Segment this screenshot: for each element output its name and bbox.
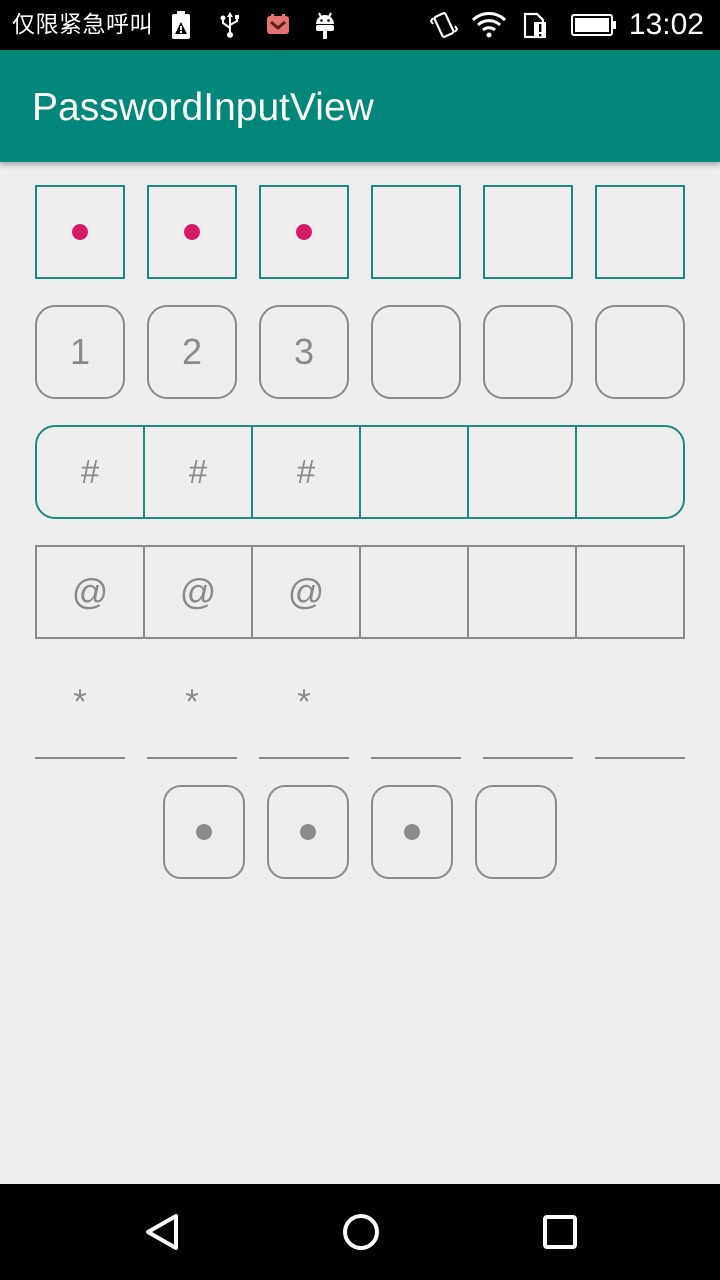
password-cell[interactable]: [359, 427, 467, 517]
password-cell[interactable]: [371, 785, 453, 879]
password-cell[interactable]: #: [37, 427, 143, 517]
password-cell[interactable]: [359, 547, 467, 637]
filled-dot: [72, 224, 88, 240]
password-cell[interactable]: [483, 185, 573, 279]
filled-dot: [184, 224, 200, 240]
password-cell[interactable]: [467, 427, 575, 517]
password-cell[interactable]: [259, 185, 349, 279]
password-cell[interactable]: [575, 547, 683, 637]
password-cell[interactable]: [371, 305, 461, 399]
password-cell[interactable]: [163, 785, 245, 879]
android-debug-icon: [316, 12, 334, 39]
navigation-bar: [0, 1184, 720, 1280]
password-cell[interactable]: [595, 185, 685, 279]
password-cell[interactable]: 2: [147, 305, 237, 399]
password-cell[interactable]: [267, 785, 349, 879]
app-bar: PasswordInputView: [0, 50, 720, 162]
password-cell[interactable]: [467, 547, 575, 637]
filled-dot: [296, 224, 312, 240]
wifi-icon: [471, 12, 507, 38]
joined-box[interactable]: # # #: [35, 425, 685, 519]
password-cell[interactable]: [475, 785, 557, 879]
filled-dot: [404, 824, 420, 840]
usb-icon: [220, 12, 239, 38]
notification-icon: [267, 14, 289, 34]
password-cell[interactable]: [371, 185, 461, 279]
recents-icon[interactable]: [536, 1208, 584, 1256]
password-cell[interactable]: [483, 305, 573, 399]
battery-warning-icon: [172, 11, 190, 39]
home-icon[interactable]: [337, 1208, 385, 1256]
password-cell[interactable]: [595, 665, 685, 759]
password-cell[interactable]: *: [147, 665, 237, 759]
sim-alert-icon: [523, 12, 546, 39]
password-cell[interactable]: #: [251, 427, 359, 517]
password-cell[interactable]: @: [251, 547, 359, 637]
status-bar: 仅限紧急呼叫 13:02: [0, 0, 720, 50]
password-cell[interactable]: 3: [259, 305, 349, 399]
password-cell[interactable]: [35, 185, 125, 279]
password-cell[interactable]: *: [259, 665, 349, 759]
password-cell[interactable]: 1: [35, 305, 125, 399]
vibrate-icon: [430, 12, 458, 38]
joined-box[interactable]: @ @ @: [35, 545, 685, 639]
battery-icon: [571, 14, 616, 36]
filled-dot: [196, 824, 212, 840]
password-cell[interactable]: [575, 427, 683, 517]
page-title: PasswordInputView: [32, 86, 374, 129]
status-clock: 13:02: [628, 8, 704, 41]
password-cell[interactable]: [147, 185, 237, 279]
password-cell[interactable]: [483, 665, 573, 759]
password-cell[interactable]: #: [143, 427, 251, 517]
password-cell[interactable]: @: [143, 547, 251, 637]
carrier-text: 仅限紧急呼叫: [12, 12, 153, 38]
password-cell[interactable]: *: [35, 665, 125, 759]
password-cell[interactable]: @: [37, 547, 143, 637]
filled-dot: [300, 824, 316, 840]
back-icon[interactable]: [138, 1208, 186, 1256]
password-cell[interactable]: [595, 305, 685, 399]
password-cell[interactable]: [371, 665, 461, 759]
